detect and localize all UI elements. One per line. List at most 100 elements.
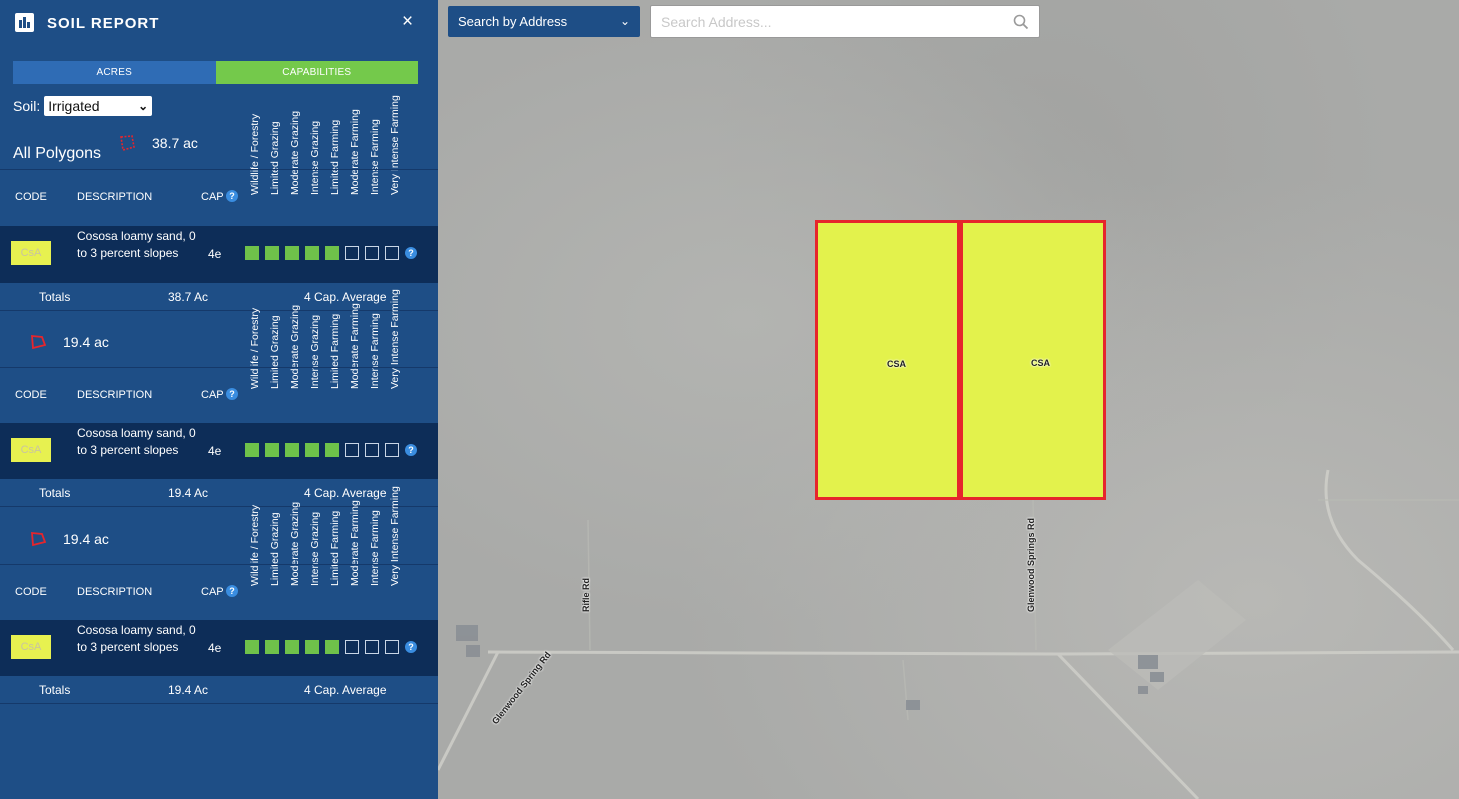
capability-class: 4e bbox=[208, 641, 222, 655]
soil-type-select[interactable]: Irrigated ⌄ bbox=[44, 96, 153, 116]
capability-header: Limited Farming bbox=[329, 313, 341, 389]
parcel-east[interactable]: CSA bbox=[960, 220, 1106, 500]
capability-header: Intense Farming bbox=[369, 313, 381, 389]
tab-acres[interactable]: ACRES bbox=[13, 61, 216, 84]
polygon-section: 19.4 ac Wildlife / Forestry Limited Grazin… bbox=[0, 289, 438, 511]
info-icon[interactable]: ? bbox=[405, 247, 417, 259]
divider bbox=[0, 564, 438, 565]
totals-row: Totals 19.4 Ac 4 Cap. Average bbox=[0, 479, 438, 507]
capability-header: Wildlife / Forestry bbox=[249, 307, 261, 389]
capability-box bbox=[345, 640, 359, 654]
totals-acres: 19.4 Ac bbox=[168, 683, 209, 697]
column-header-code: CODE bbox=[15, 191, 47, 203]
capability-box bbox=[265, 640, 279, 654]
search-icon[interactable] bbox=[1013, 14, 1029, 30]
track-south bbox=[902, 659, 909, 721]
panel-title: SOIL REPORT bbox=[47, 15, 160, 32]
polygon-section: 19.4 ac Wildlife / Forestry Limited Grazin… bbox=[0, 486, 438, 708]
capability-box bbox=[265, 246, 279, 260]
capability-box bbox=[345, 443, 359, 457]
soil-row[interactable]: CsA Cososa loamy sand, 0 to 3 percent slo… bbox=[0, 423, 438, 479]
soil-row[interactable]: CsA Cososa loamy sand, 0 to 3 percent slo… bbox=[0, 620, 438, 676]
soil-row[interactable]: CsA Cososa loamy sand, 0 to 3 percent slo… bbox=[0, 226, 438, 283]
totals-average: 4 Cap. Average bbox=[304, 486, 387, 500]
column-header-description: DESCRIPTION bbox=[77, 586, 153, 598]
capability-header: Moderate Farming bbox=[349, 303, 361, 389]
capability-header: Very Intense Farming bbox=[389, 289, 401, 389]
column-header-cap: CAP bbox=[201, 586, 224, 598]
column-header-description: DESCRIPTION bbox=[77, 191, 153, 203]
search-mode-value: Search by Address bbox=[458, 14, 568, 29]
parcel-west[interactable]: CSA bbox=[815, 220, 960, 500]
totals-row: Totals 19.4 Ac 4 Cap. Average bbox=[0, 676, 438, 704]
info-icon[interactable]: ? bbox=[226, 388, 238, 400]
capability-header: Moderate Grazing bbox=[289, 501, 301, 586]
soil-label: Soil: bbox=[13, 98, 41, 114]
capability-box bbox=[385, 246, 399, 260]
capability-box bbox=[385, 640, 399, 654]
capability-header: Moderate Farming bbox=[349, 500, 361, 586]
capability-box bbox=[245, 640, 259, 654]
capability-box bbox=[305, 443, 319, 457]
road-label: Glenwood Springs Rd bbox=[1026, 518, 1036, 612]
soil-code-badge: CsA bbox=[11, 438, 51, 462]
bar-chart-icon bbox=[15, 13, 34, 32]
close-icon[interactable]: × bbox=[402, 11, 413, 33]
capability-box bbox=[305, 246, 319, 260]
road-diagonal-south bbox=[1056, 652, 1200, 799]
info-icon[interactable]: ? bbox=[226, 585, 238, 597]
totals-label: Totals bbox=[39, 290, 71, 304]
capability-box bbox=[305, 640, 319, 654]
column-header-code: CODE bbox=[15, 389, 47, 401]
info-icon[interactable]: ? bbox=[405, 641, 417, 653]
clearing-area bbox=[1108, 580, 1246, 690]
divider bbox=[0, 169, 438, 170]
totals-acres: 38.7 Ac bbox=[168, 290, 209, 304]
chevron-down-icon: ⌄ bbox=[619, 14, 630, 28]
panel-header: SOIL REPORT × bbox=[0, 0, 438, 48]
report-tabs: ACRES CAPABILITIES bbox=[13, 61, 418, 84]
capability-header: Very Intense Farming bbox=[389, 95, 401, 195]
tab-capabilities[interactable]: CAPABILITIES bbox=[215, 61, 418, 84]
capability-header: Limited Farming bbox=[329, 119, 341, 195]
capability-header: Wildlife / Forestry bbox=[249, 504, 261, 586]
polygon-icon bbox=[31, 531, 47, 547]
capability-box bbox=[285, 640, 299, 654]
column-header-cap: CAP bbox=[201, 389, 224, 401]
search-mode-select[interactable]: Search by Address ⌄ bbox=[448, 6, 640, 37]
capability-header: Intense Grazing bbox=[309, 511, 321, 586]
capability-box bbox=[245, 443, 259, 457]
satellite-map[interactable]: Search by Address ⌄ CSA CSA Glenwood Spr… bbox=[438, 0, 1459, 799]
capability-box bbox=[385, 443, 399, 457]
polygon-name: All Polygons bbox=[13, 145, 102, 162]
divider bbox=[0, 367, 438, 368]
capability-header: Intense Farming bbox=[369, 119, 381, 195]
info-icon[interactable]: ? bbox=[405, 444, 417, 456]
soil-report-panel: SOIL REPORT × ACRES CAPABILITIES Soil: I… bbox=[0, 0, 438, 799]
totals-row: Totals 38.7 Ac 4 Cap. Average bbox=[0, 283, 438, 311]
road-glenwood-spring bbox=[438, 651, 500, 771]
column-header-description: DESCRIPTION bbox=[77, 389, 153, 401]
capability-box bbox=[365, 443, 379, 457]
address-search-box bbox=[650, 5, 1040, 38]
totals-average: 4 Cap. Average bbox=[304, 290, 387, 304]
capability-box bbox=[325, 443, 339, 457]
totals-label: Totals bbox=[39, 486, 71, 500]
capability-header: Intense Grazing bbox=[309, 120, 321, 195]
capability-header: Limited Farming bbox=[329, 510, 341, 586]
column-header-code: CODE bbox=[15, 586, 47, 598]
totals-acres: 19.4 Ac bbox=[168, 486, 209, 500]
info-icon[interactable]: ? bbox=[226, 190, 238, 202]
capability-box bbox=[345, 246, 359, 260]
capability-box bbox=[325, 640, 339, 654]
building-cluster bbox=[456, 625, 1164, 710]
capability-header: Moderate Farming bbox=[349, 109, 361, 195]
capability-header: Limited Grazing bbox=[269, 512, 281, 586]
capability-class: 4e bbox=[208, 247, 222, 261]
capability-class: 4e bbox=[208, 444, 222, 458]
capability-box bbox=[265, 443, 279, 457]
soil-description: Cososa loamy sand, 0 to 3 percent slopes bbox=[77, 623, 196, 654]
soil-code-badge: CsA bbox=[11, 241, 51, 265]
soil-description: Cososa loamy sand, 0 to 3 percent slopes bbox=[77, 426, 196, 457]
address-search-input[interactable] bbox=[651, 6, 1001, 37]
